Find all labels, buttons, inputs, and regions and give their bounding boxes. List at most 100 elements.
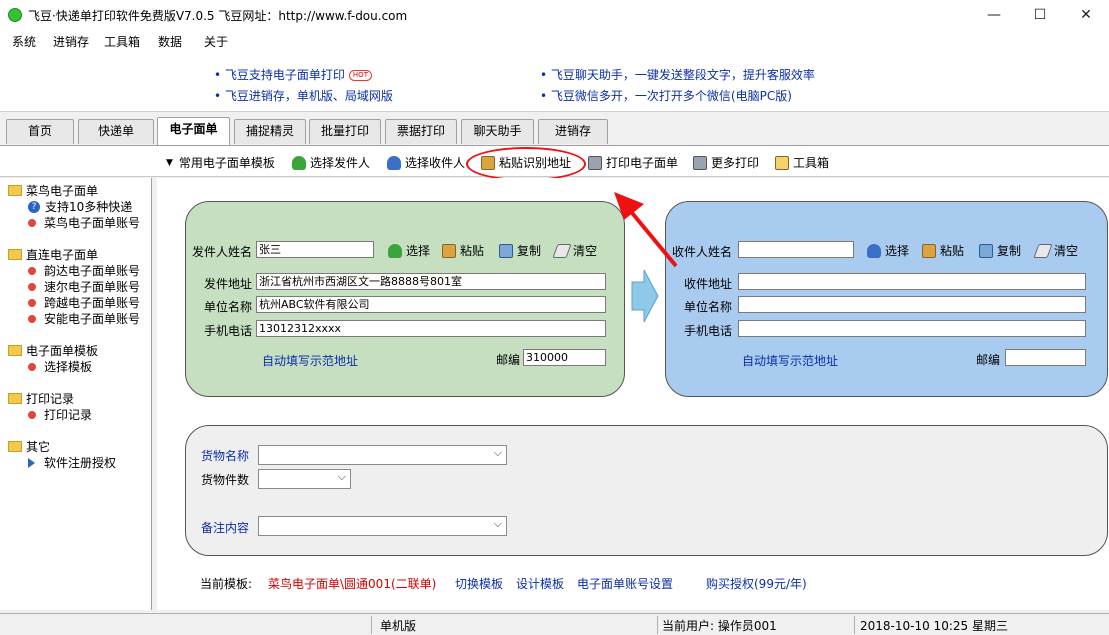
maximize-button[interactable]: ☐: [1017, 0, 1063, 30]
menu-inventory[interactable]: 进销存: [53, 33, 89, 50]
select-sender-button[interactable]: 选择发件人: [292, 154, 370, 171]
sender-name-input[interactable]: 张三: [256, 241, 374, 258]
bullet-icon: [28, 298, 36, 307]
remark-select[interactable]: [258, 516, 507, 536]
select-receiver-button[interactable]: 选择收件人: [387, 154, 465, 171]
bullet-icon: [28, 218, 36, 227]
sidebar-group-label: 直连电子面单: [26, 248, 99, 262]
menu-system[interactable]: 系统: [12, 33, 36, 50]
sender-company-input[interactable]: 杭州ABC软件有限公司: [256, 296, 606, 313]
sidebar-item-label: 支持10多种快递: [45, 200, 133, 214]
goods-name-select[interactable]: [258, 445, 507, 465]
sidebar-item-print-records[interactable]: 打印记录: [28, 406, 92, 423]
sidebar-item-support-express[interactable]: ? 支持10多种快递: [28, 198, 132, 215]
goods-count-select[interactable]: [258, 469, 351, 489]
remark-label: 备注内容: [201, 521, 250, 535]
more-print-button[interactable]: 更多打印: [693, 154, 759, 171]
menu-bar: 系统 进销存 工具箱 数据 关于: [0, 30, 1109, 52]
menu-data[interactable]: 数据: [158, 33, 182, 50]
template-dropdown[interactable]: ▼ 常用电子面单模板: [166, 154, 275, 171]
receiver-panel: 收件人姓名 选择 粘贴 复制 清空 收件地址 单位名称 手机电话 自动填写示范地…: [665, 201, 1108, 397]
sidebar-item-label: 韵达电子面单账号: [44, 264, 141, 278]
sender-paste-button[interactable]: 粘贴: [442, 242, 484, 259]
receiver-clear-button[interactable]: 清空: [1033, 242, 1079, 259]
receiver-auto-fill-link[interactable]: 自动填写示范地址: [742, 352, 838, 369]
promo-link-chat[interactable]: • 飞豆聊天助手，一键发送整段文字，提升客服效率: [540, 66, 815, 83]
sidebar-item-register[interactable]: 软件注册授权: [28, 454, 116, 471]
tab-home[interactable]: 首页: [6, 119, 74, 144]
printer-icon: [588, 155, 602, 170]
window-title: 飞豆·快递单打印软件免费版V7.0.5 飞豆网址：http://www.f-do…: [28, 9, 408, 23]
tab-inventory[interactable]: 进销存: [538, 119, 608, 144]
close-button[interactable]: ✕: [1063, 0, 1109, 30]
tab-batch-print[interactable]: 批量打印: [309, 119, 381, 144]
tab-capture[interactable]: 捕捉精灵: [234, 119, 306, 144]
status-divider: [371, 616, 372, 634]
sender-select-button[interactable]: 选择: [388, 242, 430, 259]
sender-zip-input[interactable]: 310000: [523, 349, 606, 366]
minimize-button[interactable]: —: [971, 0, 1017, 30]
sidebar-group-direct[interactable]: 直连电子面单: [8, 246, 98, 263]
tab-receipt-print[interactable]: 票据打印: [385, 119, 457, 144]
tab-eorder[interactable]: 电子面单: [157, 117, 230, 145]
print-eorder-button[interactable]: 打印电子面单: [588, 154, 678, 171]
title-bar: 飞豆·快递单打印软件免费版V7.0.5 飞豆网址：http://www.f-do…: [0, 0, 1109, 30]
sender-phone-label: 手机电话: [204, 324, 253, 338]
tab-strip: 首页 快递单 电子面单 捕捉精灵 批量打印 票据打印 聊天助手 进销存: [0, 117, 1109, 145]
receiver-name-input[interactable]: [738, 241, 854, 258]
account-settings-link[interactable]: 电子面单账号设置: [577, 575, 673, 592]
sidebar-item-label: 速尔电子面单账号: [44, 280, 141, 294]
receiver-paste-label: 粘贴: [940, 244, 965, 258]
tab-express[interactable]: 快递单: [78, 119, 154, 144]
receiver-phone-input[interactable]: [738, 320, 1086, 337]
sidebar-item-kuayue-account[interactable]: 跨越电子面单账号: [28, 294, 140, 311]
tab-chat-helper[interactable]: 聊天助手: [461, 119, 534, 144]
promo-link-wechat[interactable]: • 飞豆微信多开，一次打开多个微信(电脑PC版): [540, 87, 792, 104]
sidebar-item-cainiao-account[interactable]: 菜鸟电子面单账号: [28, 214, 140, 231]
status-divider: [657, 616, 658, 634]
sidebar-item-yunda-account[interactable]: 韵达电子面单账号: [28, 262, 140, 279]
buy-license-link[interactable]: 购买授权(99元/年): [706, 575, 807, 592]
sender-clear-button[interactable]: 清空: [552, 242, 597, 259]
sender-auto-fill-link[interactable]: 自动填写示范地址: [262, 352, 358, 369]
select-sender-label: 选择发件人: [310, 156, 371, 170]
sidebar-group-other[interactable]: 其它: [8, 438, 50, 455]
goods-count-label: 货物件数: [201, 473, 250, 487]
receiver-copy-button[interactable]: 复制: [979, 242, 1021, 259]
sidebar-item-suer-account[interactable]: 速尔电子面单账号: [28, 278, 140, 295]
toolbox-button[interactable]: 工具箱: [775, 154, 829, 171]
promo-text: 飞豆聊天助手，一键发送整段文字，提升客服效率: [550, 68, 815, 82]
sender-copy-button[interactable]: 复制: [499, 242, 541, 259]
sender-name-label: 发件人姓名: [192, 245, 253, 259]
receiver-select-button[interactable]: 选择: [867, 242, 909, 259]
design-template-link[interactable]: 设计模板: [516, 575, 564, 592]
copy-icon: [979, 243, 993, 258]
sidebar-group-templates[interactable]: 电子面单模板: [8, 342, 98, 359]
bullet-icon: [28, 362, 36, 371]
annotation-ellipse: [466, 147, 586, 181]
receiver-address-input[interactable]: [738, 273, 1086, 290]
promo-link-inventory[interactable]: • 飞豆进销存，单机版、局域网版: [214, 87, 393, 104]
sidebar-group-print-records[interactable]: 打印记录: [8, 390, 74, 407]
menu-toolbox[interactable]: 工具箱: [104, 33, 140, 50]
receiver-clear-label: 清空: [1054, 244, 1079, 258]
user-green-icon: [292, 155, 306, 170]
sidebar-item-anneng-account[interactable]: 安能电子面单账号: [28, 310, 140, 327]
sender-phone-input[interactable]: 13012312xxxx: [256, 320, 606, 337]
promo-text: 飞豆微信多开，一次打开多个微信(电脑PC版): [550, 89, 792, 103]
menu-about[interactable]: 关于: [204, 33, 228, 50]
receiver-company-input[interactable]: [738, 296, 1086, 313]
folder-icon: [8, 441, 22, 452]
sidebar-item-select-template[interactable]: 选择模板: [28, 358, 92, 375]
promo-link-eorder[interactable]: • 飞豆支持电子面单打印 HOT: [214, 66, 372, 83]
receiver-zip-input[interactable]: [1005, 349, 1086, 366]
receiver-paste-button[interactable]: 粘贴: [922, 242, 964, 259]
status-user: 当前用户: 操作员001: [662, 619, 777, 633]
sidebar-group-cainiao[interactable]: 菜鸟电子面单: [8, 182, 98, 199]
receiver-address-label: 收件地址: [684, 277, 733, 291]
sender-address-input[interactable]: 浙江省杭州市西湖区文一路8888号801室: [256, 273, 606, 290]
folder-icon: [8, 185, 22, 196]
sidebar-item-label: 安能电子面单账号: [44, 312, 141, 326]
folder-icon: [8, 393, 22, 404]
switch-template-link[interactable]: 切换模板: [455, 575, 503, 592]
